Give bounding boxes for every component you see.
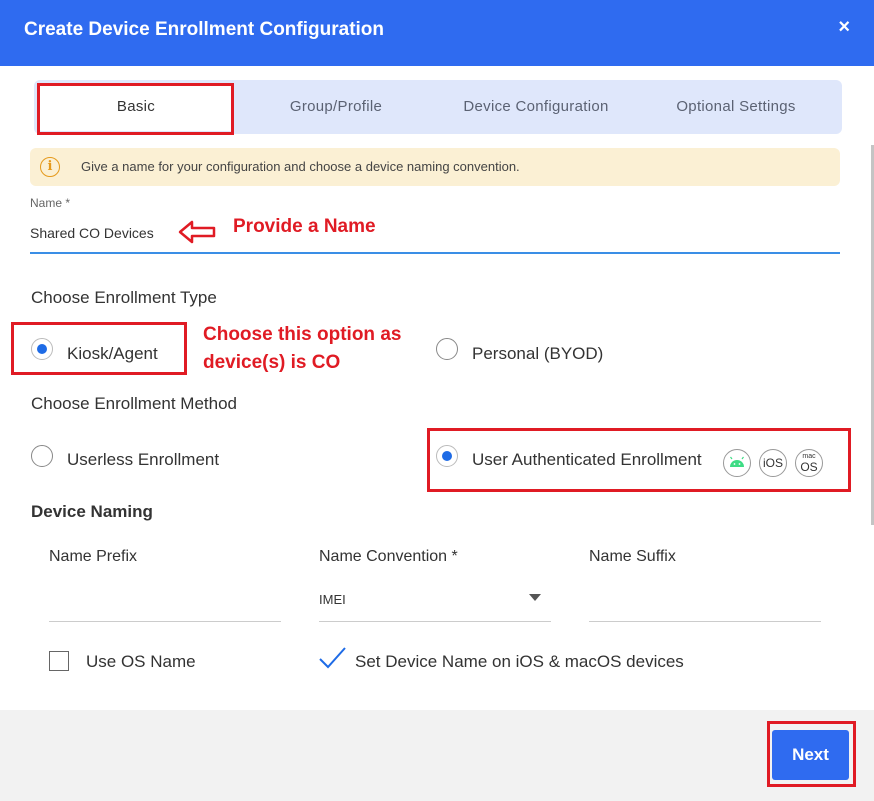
name-convention-select[interactable]: IMEI [319,592,346,607]
radio-personal-byod[interactable] [436,338,458,360]
dialog-header: Create Device Enrollment Configuration × [0,0,874,66]
use-os-name-label: Use OS Name [86,652,196,671]
left-arrow-icon [178,220,216,244]
annotation-box-basic-tab [37,83,234,135]
set-device-name-label: Set Device Name on iOS & macOS devices [355,652,684,671]
tab-group-profile[interactable]: Group/Profile [236,80,436,134]
name-suffix-input[interactable] [589,621,821,622]
name-input-underline [30,252,840,254]
name-convention-underline [319,621,551,622]
tab-device-configuration[interactable]: Device Configuration [436,80,636,134]
set-device-name-checkbox[interactable] [318,645,348,671]
annotation-box-next [767,721,856,787]
name-input[interactable]: Shared CO Devices [30,225,154,241]
info-text: Give a name for your configuration and c… [81,159,520,174]
device-naming-title: Device Naming [31,502,153,521]
annotation-choose-option-line1: Choose this option as [203,324,402,345]
radio-userless-enrollment[interactable] [31,445,53,467]
annotation-box-user-authenticated [427,428,851,492]
radio-label-personal-byod: Personal (BYOD) [472,344,604,363]
annotation-choose-option-line2: device(s) is CO [203,352,341,373]
name-field-label: Name * [30,196,71,210]
name-prefix-label: Name Prefix [49,548,138,565]
info-icon: i [40,157,60,177]
info-banner: i Give a name for your configuration and… [30,148,840,186]
annotation-box-kiosk [11,322,187,375]
close-icon[interactable]: × [838,16,850,39]
name-suffix-label: Name Suffix [589,548,676,565]
radio-label-userless-enrollment: Userless Enrollment [67,450,220,469]
name-convention-label: Name Convention * [319,548,458,565]
enrollment-type-title: Choose Enrollment Type [31,288,217,307]
chevron-down-icon[interactable] [529,594,541,601]
dialog-footer [0,710,874,801]
annotation-provide-name: Provide a Name [233,216,376,237]
enrollment-method-title: Choose Enrollment Method [31,394,238,413]
use-os-name-checkbox[interactable] [49,651,69,671]
tab-optional-settings[interactable]: Optional Settings [636,80,836,134]
name-prefix-input[interactable] [49,621,281,622]
dialog-title: Create Device Enrollment Configuration [24,19,385,40]
